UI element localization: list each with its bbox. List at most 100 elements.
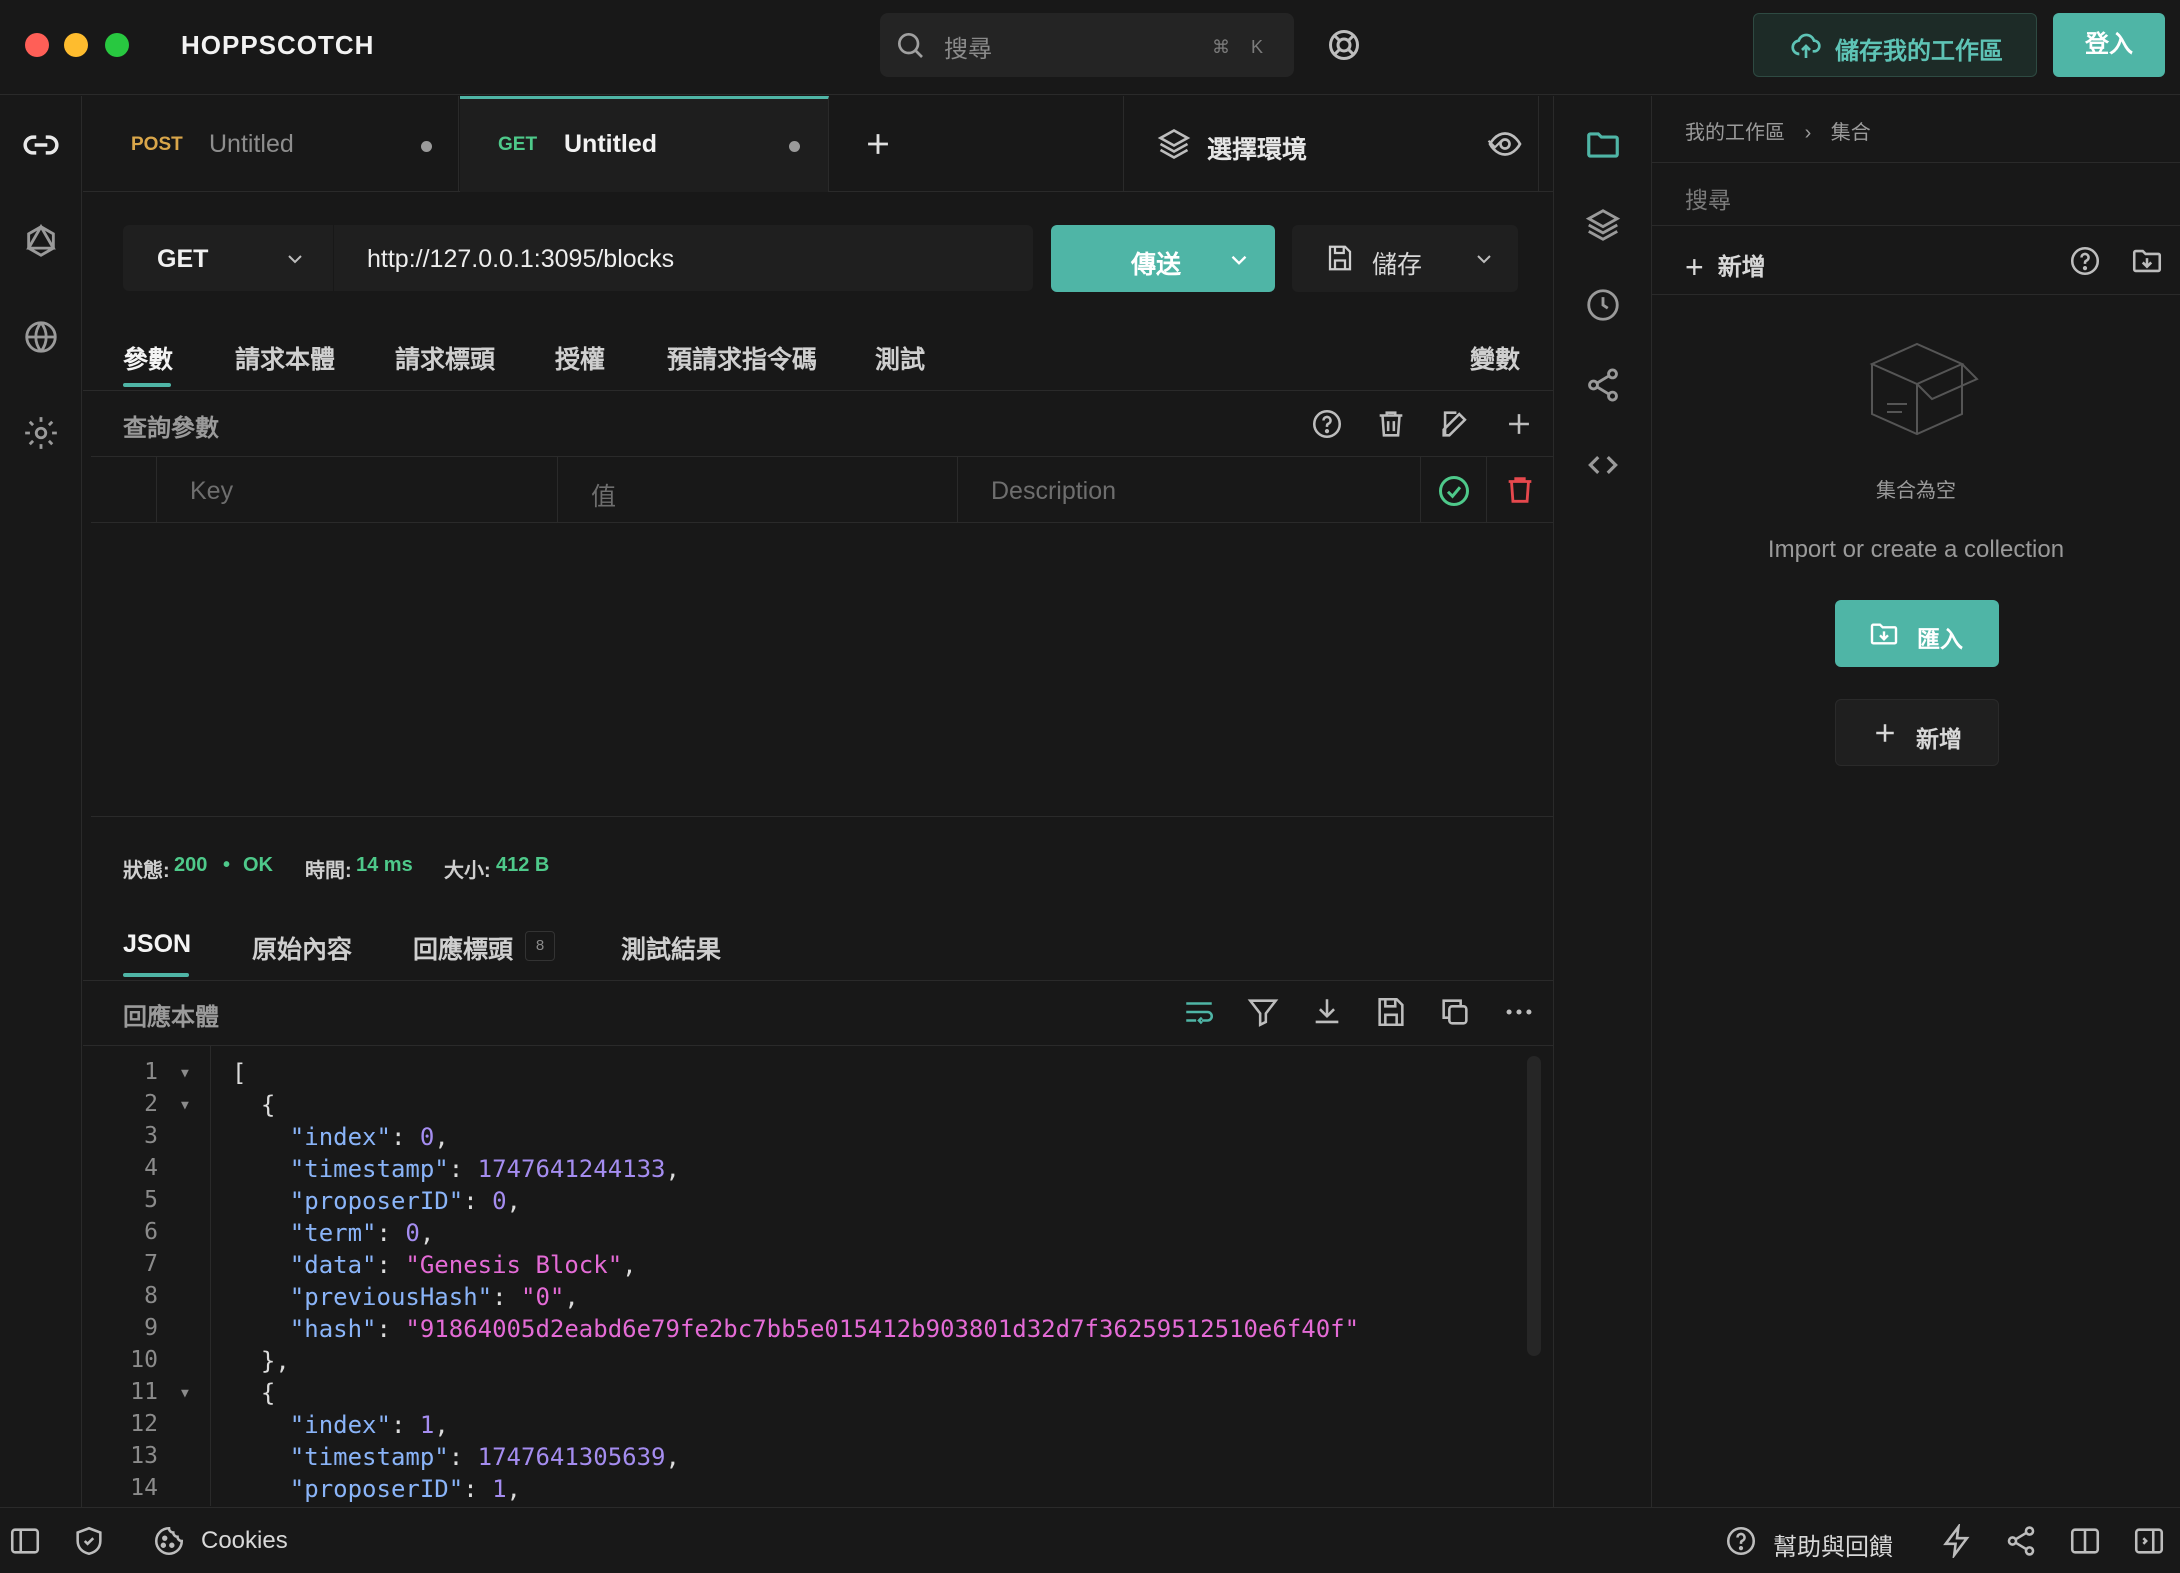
- url-input[interactable]: http://127.0.0.1:3095/blocks: [334, 225, 1033, 291]
- editor-scrollbar[interactable]: [1527, 1056, 1541, 1356]
- param-key-input[interactable]: Key: [156, 457, 557, 523]
- settings-gear-icon[interactable]: [22, 414, 60, 452]
- unsaved-dot: [789, 141, 800, 152]
- search-input[interactable]: 搜尋 ⌘ K: [880, 13, 1294, 77]
- tab-raw[interactable]: 原始內容: [252, 930, 352, 966]
- help-icon[interactable]: [1310, 407, 1344, 441]
- save-button[interactable]: 儲存: [1292, 225, 1518, 292]
- collections-search-input[interactable]: 搜尋: [1652, 162, 2180, 226]
- add-collection-button[interactable]: 新增: [1835, 699, 1999, 766]
- tab-variables[interactable]: 變數: [1470, 340, 1520, 376]
- help-icon[interactable]: [2068, 244, 2102, 278]
- close-window-button[interactable]: [25, 33, 49, 57]
- tab-test-results[interactable]: 測試結果: [621, 930, 721, 966]
- lightning-icon[interactable]: [1940, 1524, 1974, 1558]
- save-icon: [1328, 245, 1352, 271]
- globe-icon[interactable]: [22, 318, 60, 356]
- tab-json[interactable]: JSON: [123, 930, 191, 959]
- search-placeholder: 搜尋: [1685, 187, 1731, 213]
- layers-icon: [1157, 128, 1191, 160]
- size-value: 412 B: [496, 854, 550, 876]
- trash-icon[interactable]: [1374, 407, 1408, 441]
- param-delete-button[interactable]: [1486, 457, 1553, 523]
- breadcrumb-root[interactable]: 我的工作區: [1685, 122, 1785, 144]
- chevron-down-icon[interactable]: [1472, 247, 1496, 271]
- layers-icon[interactable]: [1584, 206, 1622, 244]
- new-collection-button[interactable]: + 新增: [1685, 246, 1766, 285]
- method-select[interactable]: GET: [123, 225, 333, 291]
- maximize-window-button[interactable]: [105, 33, 129, 57]
- param-value-input[interactable]: 值: [557, 457, 957, 523]
- share-icon[interactable]: [2004, 1524, 2038, 1558]
- response-json-editor[interactable]: 1 2 3 4 5 6 7 8 9 10 11 12 13 14 ▼ ▼ ▼ […: [91, 1046, 1553, 1506]
- import-button[interactable]: 匯入: [1835, 600, 1999, 667]
- line-number: 10: [130, 1347, 158, 1373]
- add-label: 新增: [1916, 726, 1962, 752]
- shield-check-icon[interactable]: [72, 1524, 106, 1558]
- status-text: OK: [243, 854, 273, 876]
- title-bar: HOPPSCOTCH 搜尋 ⌘ K 儲存我的工作區 登入: [0, 0, 2180, 95]
- import-folder-icon[interactable]: [2130, 244, 2164, 278]
- tab-body[interactable]: 請求本體: [235, 340, 335, 376]
- tab-response-headers[interactable]: 回應標頭: [413, 930, 513, 966]
- tab-get-untitled[interactable]: GET Untitled: [460, 96, 829, 192]
- size-label: 大小:: [444, 860, 491, 882]
- save-icon[interactable]: [1374, 995, 1408, 1029]
- toggle-right-panel-icon[interactable]: [2132, 1524, 2166, 1558]
- rest-link-icon[interactable]: [22, 126, 60, 164]
- param-description-input[interactable]: Description: [957, 457, 1420, 523]
- chevron-down-icon[interactable]: [1226, 247, 1252, 273]
- plus-icon: +: [1685, 249, 1704, 285]
- filter-icon[interactable]: [1246, 995, 1280, 1029]
- support-icon[interactable]: [1326, 27, 1362, 63]
- code-line: "proposerID": 0,: [289, 1187, 521, 1215]
- line-number: 7: [144, 1251, 158, 1277]
- code-icon[interactable]: [1584, 446, 1622, 484]
- code-line: {: [232, 1379, 276, 1407]
- help-feedback-label[interactable]: 幫助與回饋: [1773, 1527, 1893, 1562]
- tab-authorization[interactable]: 授權: [555, 340, 605, 376]
- line-gutter: 1 2 3 4 5 6 7 8 9 10 11 12 13 14 ▼ ▼ ▼: [91, 1046, 211, 1506]
- tab-pre-request-script[interactable]: 預請求指令碼: [667, 340, 817, 376]
- graphql-icon[interactable]: [22, 222, 60, 260]
- param-enable-toggle[interactable]: [1420, 457, 1486, 523]
- cookie-icon[interactable]: [152, 1524, 186, 1558]
- tab-headers[interactable]: 請求標頭: [395, 340, 495, 376]
- tab-method: POST: [131, 134, 183, 155]
- help-icon[interactable]: [1724, 1524, 1758, 1558]
- search-icon: [898, 33, 923, 58]
- save-workspace-button[interactable]: 儲存我的工作區: [1753, 13, 2037, 77]
- request-tab-bar: POST Untitled GET Untitled 選擇環境: [83, 96, 1553, 192]
- code-line: {: [232, 1091, 276, 1119]
- toggle-sidebar-icon[interactable]: [8, 1524, 42, 1558]
- code-line: [: [232, 1059, 247, 1087]
- value-placeholder: 值: [591, 483, 617, 511]
- minimize-window-button[interactable]: [64, 33, 88, 57]
- send-button[interactable]: 傳送: [1051, 225, 1275, 292]
- tab-tests[interactable]: 測試: [875, 340, 925, 376]
- wrap-lines-icon[interactable]: [1182, 995, 1216, 1029]
- download-icon[interactable]: [1310, 995, 1344, 1029]
- add-param-icon[interactable]: [1502, 407, 1536, 441]
- more-icon[interactable]: [1502, 995, 1536, 1029]
- share-icon[interactable]: [1584, 366, 1622, 404]
- save-workspace-label: 儲存我的工作區: [1835, 38, 2003, 65]
- add-tab-icon[interactable]: [861, 127, 895, 161]
- fold-toggle-icon[interactable]: ▼: [181, 1098, 189, 1113]
- tab-params[interactable]: 參數: [123, 340, 173, 376]
- fold-toggle-icon[interactable]: ▼: [181, 1066, 189, 1081]
- environment-select[interactable]: 選擇環境: [1123, 96, 1539, 192]
- cookies-label[interactable]: Cookies: [201, 1527, 288, 1555]
- folder-icon[interactable]: [1584, 126, 1622, 164]
- line-number: 12: [130, 1411, 158, 1437]
- plus-icon: [1876, 724, 1894, 742]
- tab-post-untitled[interactable]: POST Untitled: [83, 96, 459, 192]
- eye-icon[interactable]: [1487, 126, 1523, 162]
- breadcrumb-current: 集合: [1830, 122, 1871, 144]
- split-view-icon[interactable]: [2068, 1524, 2102, 1558]
- edit-icon[interactable]: [1438, 407, 1472, 441]
- login-button[interactable]: 登入: [2053, 13, 2165, 77]
- copy-icon[interactable]: [1438, 995, 1472, 1029]
- fold-toggle-icon[interactable]: ▼: [181, 1386, 189, 1401]
- history-clock-icon[interactable]: [1584, 286, 1622, 324]
